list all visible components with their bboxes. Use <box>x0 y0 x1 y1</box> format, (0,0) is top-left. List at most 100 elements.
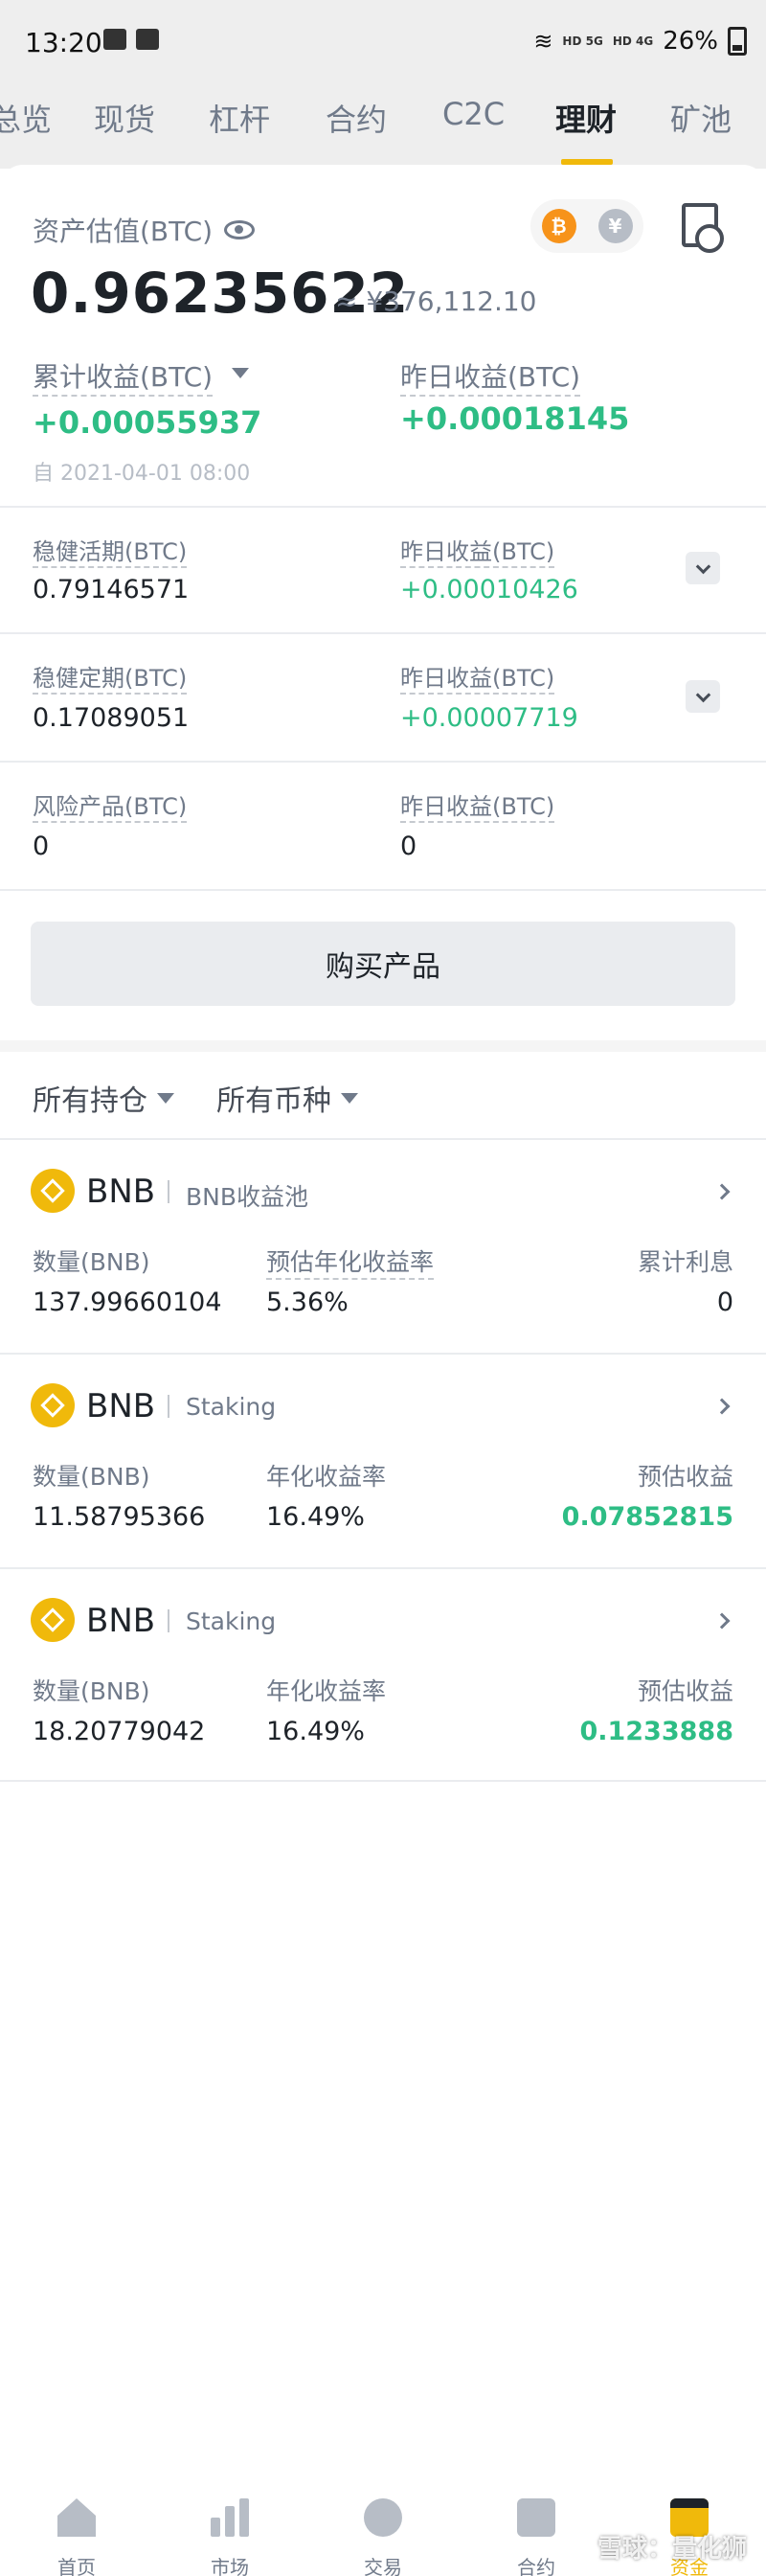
quantity-label: 数量(BNB) <box>33 1248 150 1276</box>
positions-filter[interactable]: 所有持仓 <box>33 1077 174 1119</box>
locked-yesterday-label: 昨日收益(BTC) <box>400 659 555 695</box>
risk-yesterday-label: 昨日收益(BTC) <box>400 787 555 823</box>
locked-savings-label: 稳健定期(BTC) <box>33 659 188 695</box>
earnings-label: 预估收益 <box>637 1677 733 1705</box>
bnb-icon <box>31 1383 75 1427</box>
risk-products-label: 风险产品(BTC) <box>33 787 188 823</box>
chevron-right-icon[interactable] <box>713 1612 731 1630</box>
nav-label: 首页 <box>57 2556 96 2576</box>
tab-margin[interactable]: 杠杆 <box>209 96 270 140</box>
earnings-value: 0.1233888 <box>579 1717 733 1746</box>
product-type: Staking <box>186 1393 277 1421</box>
eye-icon[interactable] <box>224 220 256 239</box>
buy-products-button[interactable]: 购买产品 <box>31 922 735 1006</box>
section-separator <box>0 1040 766 1052</box>
quantity-value: 137.99660104 <box>33 1288 222 1317</box>
product-coin: BNB <box>86 1602 156 1640</box>
product-type: Staking <box>186 1607 277 1635</box>
apy-value: 16.49% <box>266 1502 365 1532</box>
status-bar: 13:20 ≋ HD 5G HD 4G 26% <box>0 0 766 86</box>
network-indicator: HD 5G <box>562 34 603 48</box>
bnb-icon <box>31 1598 75 1642</box>
product-card[interactable]: BNB Staking 数量(BNB) 11.58795366 年化收益率 16… <box>0 1353 766 1567</box>
battery-icon <box>728 27 747 56</box>
cumulative-since-date: 自 2021-04-01 08:00 <box>33 462 251 486</box>
apy-label: 预估年化收益率 <box>266 1243 435 1280</box>
asset-label-text: 资产估值(BTC) <box>33 216 214 247</box>
caret-down-icon <box>341 1092 358 1104</box>
chevron-right-icon[interactable] <box>713 1183 731 1200</box>
risk-yesterday-value: 0 <box>400 832 417 861</box>
quantity-value: 18.20779042 <box>33 1717 206 1746</box>
tab-pool[interactable]: 矿池 <box>670 96 732 140</box>
locked-savings-value: 0.17089051 <box>33 703 190 733</box>
tab-c2c[interactable]: C2C <box>442 96 505 132</box>
network-indicator-2: HD 4G <box>612 34 654 48</box>
apy-value: 5.36% <box>266 1288 349 1317</box>
nav-label: 交易 <box>364 2556 402 2576</box>
product-coin: BNB <box>86 1173 156 1211</box>
flexible-savings-label: 稳健活期(BTC) <box>33 533 188 568</box>
btc-icon[interactable]: ₿ <box>541 209 576 243</box>
flexible-yesterday-value: +0.00010426 <box>400 575 578 604</box>
market-icon <box>211 2498 249 2537</box>
earnings-label: 累计利息 <box>637 1248 733 1276</box>
separator <box>168 1395 169 1418</box>
asset-estimate-label: 资产估值(BTC) <box>33 211 256 249</box>
earnings-value: 0 <box>716 1288 733 1317</box>
nav-futures[interactable]: 合约 <box>460 2464 613 2576</box>
yesterday-earnings-label: 昨日收益(BTC) <box>400 356 581 397</box>
nav-market[interactable]: 市场 <box>153 2464 306 2576</box>
divider <box>0 506 766 508</box>
cny-icon[interactable]: ¥ <box>597 209 633 243</box>
positions-filter-label: 所有持仓 <box>33 1084 147 1118</box>
caret-down-icon[interactable] <box>232 368 249 378</box>
caret-down-icon <box>157 1092 174 1104</box>
home-icon <box>57 2498 96 2537</box>
tab-futures[interactable]: 合约 <box>326 96 387 140</box>
risk-products-value: 0 <box>33 832 50 861</box>
top-tabs: 总览 现货 杠杆 合约 C2C 理财 矿池 <box>0 86 766 169</box>
locked-yesterday-value: +0.00007719 <box>400 703 578 733</box>
wifi-icon: ≋ <box>533 28 553 55</box>
separator <box>168 1609 169 1632</box>
chevron-right-icon[interactable] <box>713 1398 731 1415</box>
product-type: BNB收益池 <box>186 1183 309 1211</box>
yesterday-earnings-value: +0.00018145 <box>400 400 630 437</box>
nav-trade[interactable]: 交易 <box>306 2464 460 2576</box>
cumulative-earnings-value: +0.00055937 <box>33 404 262 441</box>
apy-value: 16.49% <box>266 1717 365 1746</box>
apy-label: 年化收益率 <box>266 1463 387 1491</box>
futures-icon <box>517 2498 555 2537</box>
product-card[interactable]: BNB Staking 数量(BNB) 18.20779042 年化收益率 16… <box>0 1567 766 1782</box>
divider <box>0 632 766 634</box>
product-coin: BNB <box>86 1387 156 1425</box>
tab-spot[interactable]: 现货 <box>94 96 155 140</box>
nav-home[interactable]: 首页 <box>0 2464 153 2576</box>
separator <box>168 1180 169 1203</box>
expand-flexible-button[interactable] <box>686 552 720 584</box>
quantity-label: 数量(BNB) <box>33 1463 150 1491</box>
quantity-value: 11.58795366 <box>33 1502 206 1532</box>
gallery-icon <box>103 29 126 50</box>
product-card[interactable]: BNB BNB收益池 数量(BNB) 137.99660104 预估年化收益率 … <box>0 1138 766 1353</box>
currencies-filter-label: 所有币种 <box>216 1084 331 1118</box>
flexible-savings-value: 0.79146571 <box>33 575 190 604</box>
tab-overview[interactable]: 总览 <box>0 96 52 140</box>
expand-locked-button[interactable] <box>686 680 720 713</box>
divider <box>0 889 766 891</box>
tab-earn[interactable]: 理财 <box>555 96 617 140</box>
currency-toggle[interactable]: ₿ ¥ <box>530 199 643 253</box>
earnings-label: 预估收益 <box>637 1463 733 1491</box>
bnb-icon <box>31 1169 75 1213</box>
quantity-label: 数量(BNB) <box>33 1677 150 1705</box>
currencies-filter[interactable]: 所有币种 <box>216 1077 358 1119</box>
apy-label: 年化收益率 <box>266 1677 387 1705</box>
divider <box>0 761 766 763</box>
cumulative-earnings-label[interactable]: 累计收益(BTC) <box>33 356 214 397</box>
mail-icon <box>136 29 159 50</box>
flexible-yesterday-label: 昨日收益(BTC) <box>400 533 555 568</box>
trade-icon <box>364 2498 402 2537</box>
nav-label: 合约 <box>517 2556 555 2576</box>
history-icon[interactable] <box>682 203 724 253</box>
